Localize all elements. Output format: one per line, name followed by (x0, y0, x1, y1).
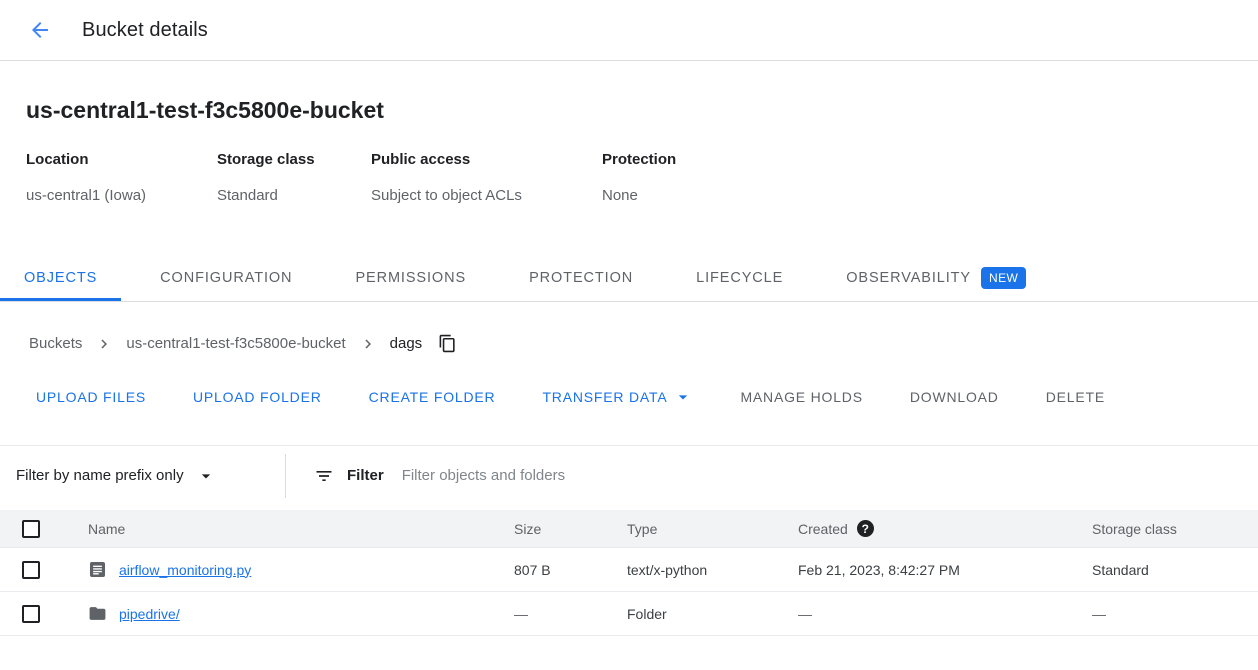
filter-lead: Filter (314, 466, 384, 486)
create-folder-button[interactable]: CREATE FOLDER (369, 389, 496, 405)
download-button[interactable]: DOWNLOAD (910, 389, 999, 405)
chevron-right-icon (359, 335, 377, 353)
transfer-data-button[interactable]: TRANSFER DATA (542, 387, 693, 407)
meta-value: Subject to object ACLs (371, 187, 602, 204)
table-row: pipedrive/ — Folder — — (0, 592, 1258, 636)
help-icon[interactable]: ? (857, 520, 874, 537)
column-header-storage-class[interactable]: Storage class (1092, 521, 1258, 537)
arrow-drop-down-icon (196, 466, 216, 486)
meta-value: us-central1 (Iowa) (26, 187, 217, 204)
filter-scope-label: Filter by name prefix only (16, 467, 184, 484)
tab-protection[interactable]: PROTECTION (505, 254, 657, 301)
tab-bar: OBJECTS CONFIGURATION PERMISSIONS PROTEC… (0, 254, 1258, 302)
tab-label: LIFECYCLE (696, 270, 783, 286)
button-label: MANAGE HOLDS (740, 389, 862, 405)
filter-input[interactable] (402, 456, 1258, 496)
folder-icon (88, 604, 107, 623)
meta-label: Storage class (217, 151, 371, 168)
object-name-cell: airflow_monitoring.py (88, 560, 514, 579)
filter-list-icon (314, 466, 334, 486)
tab-permissions[interactable]: PERMISSIONS (331, 254, 490, 301)
breadcrumb-bucket-name[interactable]: us-central1-test-f3c5800e-bucket (126, 335, 345, 352)
meta-label: Location (26, 151, 217, 168)
column-header-size[interactable]: Size (514, 521, 627, 537)
column-header-label: Created (798, 521, 848, 537)
object-type: Folder (627, 606, 798, 622)
object-type: text/x-python (627, 562, 798, 578)
meta-label: Public access (371, 151, 602, 168)
back-arrow-icon[interactable] (28, 18, 52, 42)
object-size: 807 B (514, 562, 627, 578)
row-checkbox-cell (0, 561, 88, 579)
delete-button[interactable]: DELETE (1046, 389, 1105, 405)
manage-holds-button[interactable]: MANAGE HOLDS (740, 389, 862, 405)
breadcrumb-current-folder: dags (390, 335, 423, 352)
button-label: TRANSFER DATA (542, 389, 667, 405)
meta-value: None (602, 187, 676, 204)
filter-bar: Filter by name prefix only Filter (0, 445, 1258, 505)
table-row: airflow_monitoring.py 807 B text/x-pytho… (0, 548, 1258, 592)
tab-configuration[interactable]: CONFIGURATION (136, 254, 316, 301)
object-link[interactable]: airflow_monitoring.py (119, 562, 251, 578)
objects-table: Name Size Type Created ? Storage class a… (0, 510, 1258, 636)
row-checkbox[interactable] (22, 605, 40, 623)
breadcrumb-buckets[interactable]: Buckets (29, 335, 82, 352)
tab-lifecycle[interactable]: LIFECYCLE (672, 254, 807, 301)
meta-storage-class: Storage class Standard (217, 151, 371, 204)
column-header-name[interactable]: Name (88, 521, 514, 537)
button-label: DOWNLOAD (910, 389, 999, 405)
bucket-meta: Location us-central1 (Iowa) Storage clas… (26, 151, 1258, 204)
button-label: DELETE (1046, 389, 1105, 405)
upload-files-button[interactable]: UPLOAD FILES (36, 389, 146, 405)
file-icon (88, 560, 107, 579)
row-checkbox[interactable] (22, 561, 40, 579)
objects-toolbar: UPLOAD FILES UPLOAD FOLDER CREATE FOLDER… (0, 382, 1258, 412)
header-checkbox-cell (0, 520, 88, 538)
bucket-name: us-central1-test-f3c5800e-bucket (26, 97, 1258, 124)
object-created: Feb 21, 2023, 8:42:27 PM (798, 562, 1092, 578)
meta-protection: Protection None (602, 151, 676, 204)
page-title: Bucket details (82, 19, 208, 42)
tab-label: PERMISSIONS (355, 270, 466, 286)
upload-folder-button[interactable]: UPLOAD FOLDER (193, 389, 322, 405)
meta-value: Standard (217, 187, 371, 204)
filter-label: Filter (347, 467, 384, 484)
arrow-drop-down-icon (673, 387, 693, 407)
copy-icon[interactable] (438, 334, 457, 353)
filter-scope-dropdown[interactable]: Filter by name prefix only (0, 466, 285, 486)
meta-location: Location us-central1 (Iowa) (26, 151, 217, 204)
select-all-checkbox[interactable] (22, 520, 40, 538)
object-name-cell: pipedrive/ (88, 604, 514, 623)
breadcrumb: Buckets us-central1-test-f3c5800e-bucket… (29, 334, 1258, 353)
button-label: UPLOAD FILES (36, 389, 146, 405)
tab-observability[interactable]: OBSERVABILITY NEW (822, 254, 1050, 301)
object-link[interactable]: pipedrive/ (119, 606, 180, 622)
row-checkbox-cell (0, 605, 88, 623)
column-header-type[interactable]: Type (627, 521, 798, 537)
meta-public-access: Public access Subject to object ACLs (371, 151, 602, 204)
tab-label: OBJECTS (24, 270, 97, 286)
object-created: — (798, 606, 1092, 622)
tab-label: OBSERVABILITY (846, 270, 971, 286)
table-header-row: Name Size Type Created ? Storage class (0, 510, 1258, 548)
vertical-divider (285, 454, 286, 498)
object-storage-class: — (1092, 606, 1258, 622)
tab-label: PROTECTION (529, 270, 633, 286)
tab-objects[interactable]: OBJECTS (0, 254, 121, 301)
button-label: UPLOAD FOLDER (193, 389, 322, 405)
tab-label: CONFIGURATION (160, 270, 292, 286)
object-storage-class: Standard (1092, 562, 1258, 578)
button-label: CREATE FOLDER (369, 389, 496, 405)
chevron-right-icon (95, 335, 113, 353)
meta-label: Protection (602, 151, 676, 168)
top-bar: Bucket details (0, 0, 1258, 61)
object-size: — (514, 606, 627, 622)
new-badge: NEW (981, 267, 1026, 289)
column-header-created[interactable]: Created ? (798, 520, 1092, 537)
